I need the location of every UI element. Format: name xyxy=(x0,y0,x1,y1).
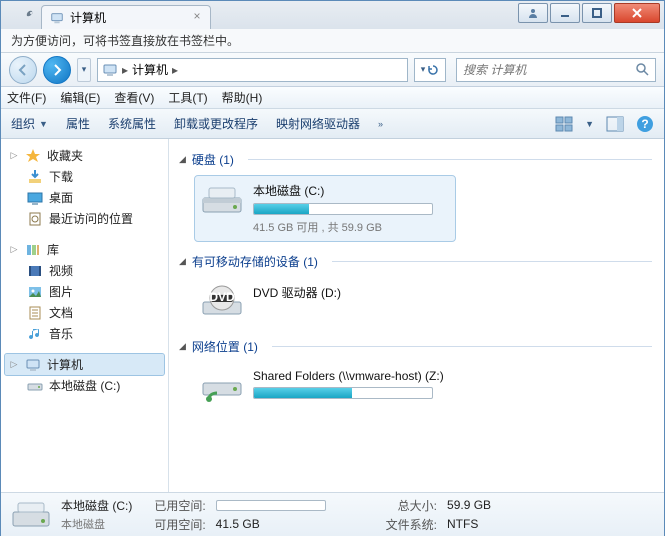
status-fs-label: 文件系统: xyxy=(386,516,437,533)
nav-history-dropdown[interactable]: ▾ xyxy=(77,58,91,82)
search-input[interactable] xyxy=(463,63,630,77)
drive-c-capacity-bar xyxy=(253,203,433,215)
status-subtitle: 本地磁盘 xyxy=(61,516,132,532)
tab-title: 计算机 xyxy=(70,9,106,26)
refresh-button[interactable]: ▾ xyxy=(414,58,446,82)
tree-favorites[interactable]: ▷收藏夹 xyxy=(5,145,164,166)
menu-view[interactable]: 查看(V) xyxy=(114,89,154,106)
menu-help[interactable]: 帮助(H) xyxy=(222,89,263,106)
toolbar: 组织▼ 属性 系统属性 卸载或更改程序 映射网络驱动器 » ▼ ? xyxy=(1,109,664,139)
tree-music[interactable]: 音乐 xyxy=(5,323,164,344)
computer-icon xyxy=(50,11,64,25)
status-fs-value: NTFS xyxy=(447,517,491,531)
help-icon[interactable]: ? xyxy=(636,115,654,133)
drive-z-capacity-bar xyxy=(253,387,433,399)
map-drive-button[interactable]: 映射网络驱动器 xyxy=(276,115,360,132)
breadcrumb-sep[interactable]: ▸ xyxy=(172,63,178,77)
explorer-window: 计算机 × 为方便访问，可将书签直接放在书签栏中。 ▾ ▸ 计算机 ▸ ▾ 文 xyxy=(0,0,665,535)
body: ▷收藏夹 下载 桌面 最近访问的位置 ▷库 视频 图片 文档 音乐 ▷计算机 本… xyxy=(1,139,664,492)
tree-computer[interactable]: ▷计算机 xyxy=(5,354,164,375)
status-used-bar xyxy=(216,500,326,511)
status-bar: 本地磁盘 (C:) 本地磁盘 已用空间: 总大小: 59.9 GB 可用空间: … xyxy=(1,492,664,536)
bookmark-bar: 为方便访问，可将书签直接放在书签栏中。 xyxy=(1,29,664,53)
picture-icon xyxy=(27,284,43,300)
downloads-icon xyxy=(27,169,43,185)
system-properties-button[interactable]: 系统属性 xyxy=(108,115,156,132)
view-mode-dropdown[interactable]: ▼ xyxy=(585,119,594,129)
nav-forward-button[interactable] xyxy=(43,56,71,84)
drive-z-tile[interactable]: Shared Folders (\\vmware-host) (Z:) xyxy=(195,363,455,411)
status-free-value: 41.5 GB xyxy=(216,517,326,531)
desktop-icon xyxy=(27,190,43,206)
tree-documents[interactable]: 文档 xyxy=(5,302,164,323)
bookmark-hint: 为方便访问，可将书签直接放在书签栏中。 xyxy=(11,32,239,49)
network-drive-icon xyxy=(201,369,243,405)
drive-c-subtext: 41.5 GB 可用 , 共 59.9 GB xyxy=(253,219,449,235)
search-icon[interactable] xyxy=(636,63,649,76)
organize-button[interactable]: 组织▼ xyxy=(11,115,48,132)
maximize-button[interactable] xyxy=(582,3,612,23)
star-icon xyxy=(25,148,41,164)
tree-local-disk-c[interactable]: 本地磁盘 (C:) xyxy=(5,375,164,396)
document-icon xyxy=(27,305,43,321)
recent-icon xyxy=(27,211,43,227)
user-button[interactable] xyxy=(518,3,548,23)
computer-icon xyxy=(25,357,41,373)
hdd-icon xyxy=(201,182,243,218)
toolbar-overflow[interactable]: » xyxy=(378,119,383,129)
search-box[interactable] xyxy=(456,58,656,82)
tree-recent[interactable]: 最近访问的位置 xyxy=(5,208,164,229)
drive-icon xyxy=(27,378,43,394)
status-title: 本地磁盘 (C:) xyxy=(61,497,132,514)
computer-icon xyxy=(102,62,118,78)
music-icon xyxy=(27,326,43,342)
drive-dvd-tile[interactable]: DVD DVD 驱动器 (D:) xyxy=(195,278,455,326)
tree-videos[interactable]: 视频 xyxy=(5,260,164,281)
breadcrumb[interactable]: ▸ 计算机 ▸ xyxy=(97,58,408,82)
drive-dvd-name: DVD 驱动器 (D:) xyxy=(253,284,449,301)
preview-pane-button[interactable] xyxy=(606,115,624,133)
group-removable[interactable]: ◢有可移动存储的设备 (1) xyxy=(179,249,652,274)
content-pane: ◢硬盘 (1) 本地磁盘 (C:) 41.5 GB 可用 , 共 59.9 GB… xyxy=(169,139,664,492)
status-used-label: 已用空间: xyxy=(154,497,205,514)
minimize-button[interactable] xyxy=(550,3,580,23)
menu-file[interactable]: 文件(F) xyxy=(7,89,46,106)
drive-c-name: 本地磁盘 (C:) xyxy=(253,182,449,199)
tree-libraries[interactable]: ▷库 xyxy=(5,239,164,260)
menu-edit[interactable]: 编辑(E) xyxy=(60,89,100,106)
view-mode-button[interactable] xyxy=(555,115,573,133)
nav-back-button[interactable] xyxy=(9,56,37,84)
breadcrumb-sep: ▸ xyxy=(122,63,128,77)
titlebar: 计算机 × xyxy=(1,1,664,29)
browser-tab[interactable]: 计算机 × xyxy=(41,5,211,29)
svg-text:DVD: DVD xyxy=(209,290,235,304)
menu-tools[interactable]: 工具(T) xyxy=(168,89,207,106)
status-total-value: 59.9 GB xyxy=(447,498,491,512)
address-bar: ▾ ▸ 计算机 ▸ ▾ xyxy=(1,53,664,87)
tree-desktop[interactable]: 桌面 xyxy=(5,187,164,208)
uninstall-change-button[interactable]: 卸载或更改程序 xyxy=(174,115,258,132)
group-network[interactable]: ◢网络位置 (1) xyxy=(179,334,652,359)
dvd-icon: DVD xyxy=(201,284,243,320)
status-free-label: 可用空间: xyxy=(154,516,205,533)
libraries-icon xyxy=(25,242,41,258)
wrench-icon[interactable] xyxy=(19,8,35,24)
menubar: 文件(F) 编辑(E) 查看(V) 工具(T) 帮助(H) xyxy=(1,87,664,109)
properties-button[interactable]: 属性 xyxy=(66,115,90,132)
tree-downloads[interactable]: 下载 xyxy=(5,166,164,187)
svg-text:?: ? xyxy=(641,117,648,131)
breadcrumb-location[interactable]: 计算机 xyxy=(132,61,168,78)
close-window-button[interactable] xyxy=(614,3,660,23)
hdd-icon xyxy=(11,498,51,532)
tree-pictures[interactable]: 图片 xyxy=(5,281,164,302)
nav-tree: ▷收藏夹 下载 桌面 最近访问的位置 ▷库 视频 图片 文档 音乐 ▷计算机 本… xyxy=(1,139,169,492)
group-hdd[interactable]: ◢硬盘 (1) xyxy=(179,147,652,172)
drive-z-name: Shared Folders (\\vmware-host) (Z:) xyxy=(253,369,449,383)
status-total-label: 总大小: xyxy=(386,497,437,514)
drive-c-tile[interactable]: 本地磁盘 (C:) 41.5 GB 可用 , 共 59.9 GB xyxy=(195,176,455,241)
video-icon xyxy=(27,263,43,279)
window-controls xyxy=(518,3,660,23)
close-tab-icon[interactable]: × xyxy=(190,10,204,24)
